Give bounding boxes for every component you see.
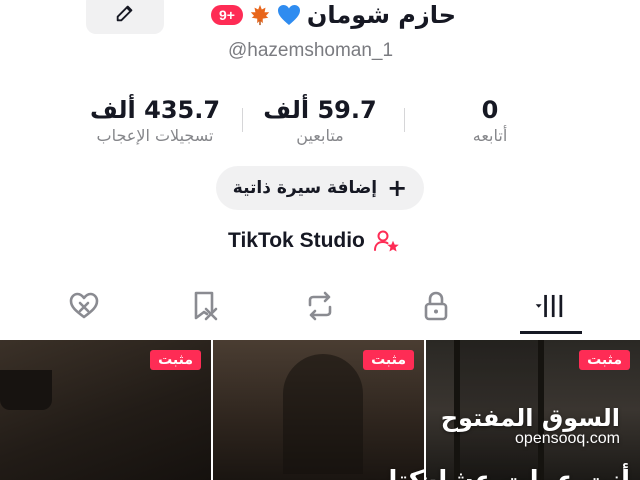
tab-favorites[interactable] (174, 278, 234, 334)
watermark-latin: opensooq.com (515, 430, 620, 447)
stats-divider (404, 108, 405, 132)
tab-private[interactable] (406, 278, 466, 334)
likes-count: 435.7 ألف (89, 96, 221, 124)
favorites-bookmark-icon (194, 291, 218, 321)
likes-label: تسجيلات الإعجاب (96, 126, 214, 145)
pinned-badge: مثبت (150, 350, 201, 370)
following-count: 0 (481, 96, 499, 124)
watermark-arabic: السوق المفتوح (440, 404, 620, 432)
profile-stats: 435.7 ألف تسجيلات الإعجاب 59.7 ألف متابع… (60, 96, 540, 156)
blue-heart-icon (277, 5, 300, 25)
plus-icon: + (387, 174, 408, 202)
likes-stat[interactable]: 435.7 ألف تسجيلات الإعجاب (80, 96, 230, 145)
username: @hazemshoman_1 (228, 40, 394, 61)
liked-heart-icon (69, 292, 99, 319)
add-bio-label: إضافة سيرة ذاتية (232, 178, 378, 198)
videos-grid-icon (535, 294, 563, 318)
following-stat[interactable]: 0 أتابعه (460, 96, 520, 145)
maple-leaf-icon (250, 4, 270, 26)
creator-star-icon (373, 230, 399, 252)
add-bio-button[interactable]: + إضافة سيرة ذاتية (216, 166, 424, 210)
edit-profile-button[interactable] (86, 0, 164, 34)
pencil-icon (116, 5, 133, 22)
lock-icon (424, 291, 448, 321)
tab-liked[interactable] (54, 278, 114, 334)
profile-tabs (0, 278, 640, 334)
thumbnail-scene (283, 354, 363, 474)
active-tab-indicator (520, 331, 582, 334)
video-caption-overlay: أنت عملت عشان (426, 466, 630, 480)
pinned-badge: مثبت (579, 350, 630, 370)
tab-videos[interactable] (520, 278, 582, 334)
opensooq-watermark: السوق المفتوح opensooq.com (441, 404, 620, 448)
followers-count: 59.7 ألف (263, 96, 377, 124)
profile-name-row: حازم شومان 9+ (210, 0, 456, 30)
video-caption-overlay: ...كتابي (323, 466, 424, 480)
followers-label: متابعين (296, 126, 344, 145)
video-thumbnail[interactable]: مثبت (0, 340, 211, 480)
thumbnail-scene (0, 370, 52, 410)
notification-badge[interactable]: 9+ (210, 5, 243, 25)
followers-stat[interactable]: 59.7 ألف متابعين (260, 96, 380, 145)
tab-reposts[interactable] (290, 278, 350, 334)
display-name: حازم شومان (306, 1, 456, 29)
stats-divider (242, 108, 243, 132)
pinned-badge: مثبت (363, 350, 414, 370)
tiktok-studio-label: TikTok Studio (228, 229, 365, 252)
following-label: أتابعه (472, 126, 508, 145)
repost-icon (308, 291, 332, 321)
video-thumbnail[interactable]: مثبت ...كتابي (213, 340, 424, 480)
tiktok-studio-link[interactable]: TikTok Studio (228, 228, 399, 254)
